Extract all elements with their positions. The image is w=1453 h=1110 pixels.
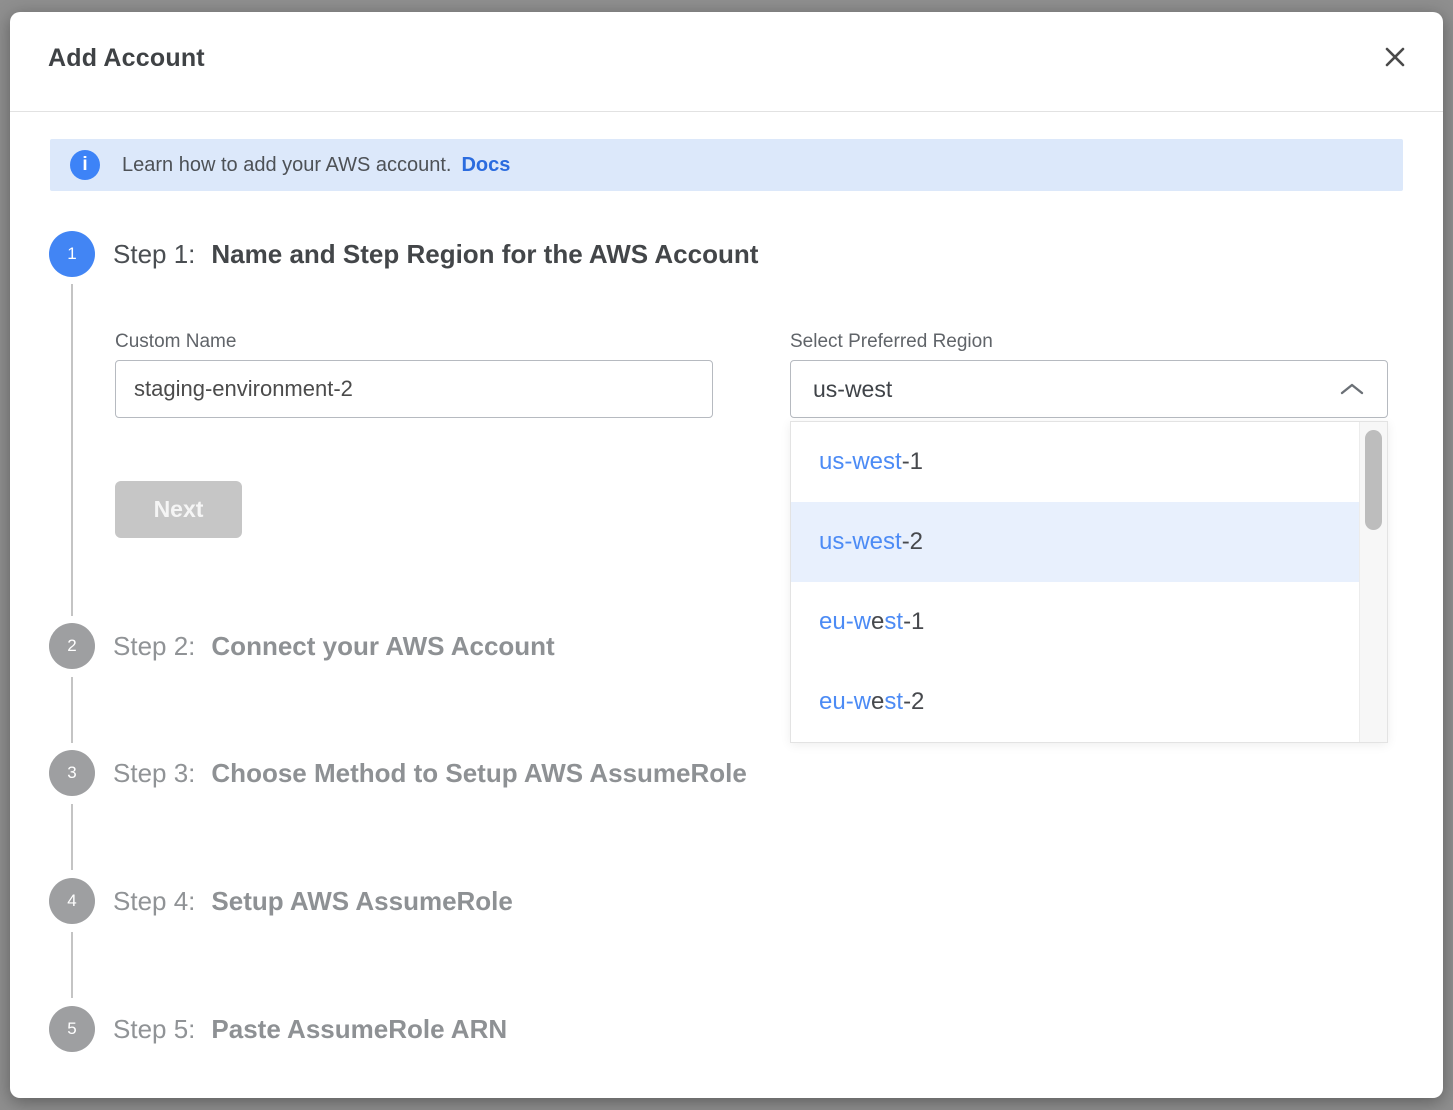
region-dropdown-list: us-west-1us-west-2eu-west-1eu-west-2 <box>791 422 1360 742</box>
step-2-circle: 2 <box>49 623 95 669</box>
option-text-match: eu-w <box>819 608 871 636</box>
option-text-match: eu-w <box>819 688 871 716</box>
step-2-number: 2 <box>67 636 76 656</box>
banner-text: Learn how to add your AWS account. <box>122 154 451 177</box>
step-3-title: Choose Method to Setup AWS AssumeRole <box>211 758 746 789</box>
step-5-circle: 5 <box>49 1006 95 1052</box>
step-connector-4 <box>71 932 73 998</box>
step-connector-3 <box>71 804 73 870</box>
step-3-circle: 3 <box>49 750 95 796</box>
custom-name-input[interactable] <box>115 360 713 418</box>
option-text: -2 <box>902 528 923 556</box>
step-1-heading: Step 1: Name and Step Region for the AWS… <box>113 231 758 277</box>
region-select-value: us-west <box>813 376 892 403</box>
step-5-number: 5 <box>67 1019 76 1039</box>
option-text: -2 <box>903 688 924 716</box>
docs-link[interactable]: Docs <box>461 154 510 177</box>
step-5-title: Paste AssumeRole ARN <box>211 1014 507 1045</box>
step-5-heading: Step 5: Paste AssumeRole ARN <box>113 1006 507 1052</box>
option-text: e <box>871 608 884 636</box>
region-dropdown: us-west-1us-west-2eu-west-1eu-west-2 <box>790 421 1388 743</box>
step-1-title: Name and Step Region for the AWS Account <box>211 239 758 270</box>
option-text-match: us-west <box>819 528 902 556</box>
step-1-circle: 1 <box>49 231 95 277</box>
step-connector-2 <box>71 677 73 743</box>
option-text: -1 <box>902 448 923 476</box>
close-button[interactable] <box>1378 40 1412 74</box>
option-text: e <box>871 688 884 716</box>
step-3-prefix: Step 3: <box>113 758 195 789</box>
info-icon: i <box>70 150 100 180</box>
option-text-match: us-west <box>819 448 902 476</box>
region-option[interactable]: eu-west-2 <box>791 662 1360 742</box>
next-button[interactable]: Next <box>115 481 242 538</box>
step-2-title: Connect your AWS Account <box>211 631 554 662</box>
modal-title: Add Account <box>48 44 205 73</box>
close-icon <box>1384 46 1406 68</box>
step-2-heading: Step 2: Connect your AWS Account <box>113 623 555 669</box>
chevron-up-icon <box>1339 382 1365 396</box>
region-select[interactable]: us-west <box>790 360 1388 418</box>
option-text-match: st <box>884 688 903 716</box>
step-1-prefix: Step 1: <box>113 239 195 270</box>
region-label: Select Preferred Region <box>790 331 993 353</box>
region-option[interactable]: us-west-2 <box>791 502 1360 582</box>
screen-backdrop: { "modal": { "title": "Add Account" }, "… <box>0 0 1453 1110</box>
region-option[interactable]: eu-west-1 <box>791 582 1360 662</box>
step-2-prefix: Step 2: <box>113 631 195 662</box>
custom-name-label: Custom Name <box>115 331 236 353</box>
step-3-number: 3 <box>67 763 76 783</box>
step-connector-1 <box>71 284 73 616</box>
option-text: -1 <box>903 608 924 636</box>
step-4-circle: 4 <box>49 878 95 924</box>
step-4-heading: Step 4: Setup AWS AssumeRole <box>113 878 513 924</box>
option-text-match: st <box>884 608 903 636</box>
header-divider <box>10 111 1443 112</box>
step-3-heading: Step 3: Choose Method to Setup AWS Assum… <box>113 750 747 796</box>
dropdown-scrollbar-track[interactable] <box>1359 422 1387 742</box>
add-account-modal: Add Account i Learn how to add your AWS … <box>10 12 1443 1098</box>
step-1-number: 1 <box>67 244 76 264</box>
info-banner: i Learn how to add your AWS account. Doc… <box>50 139 1403 191</box>
step-4-prefix: Step 4: <box>113 886 195 917</box>
region-option[interactable]: us-west-1 <box>791 422 1360 502</box>
step-4-number: 4 <box>67 891 76 911</box>
step-4-title: Setup AWS AssumeRole <box>211 886 512 917</box>
step-5-prefix: Step 5: <box>113 1014 195 1045</box>
dropdown-scrollbar-thumb[interactable] <box>1365 430 1382 530</box>
